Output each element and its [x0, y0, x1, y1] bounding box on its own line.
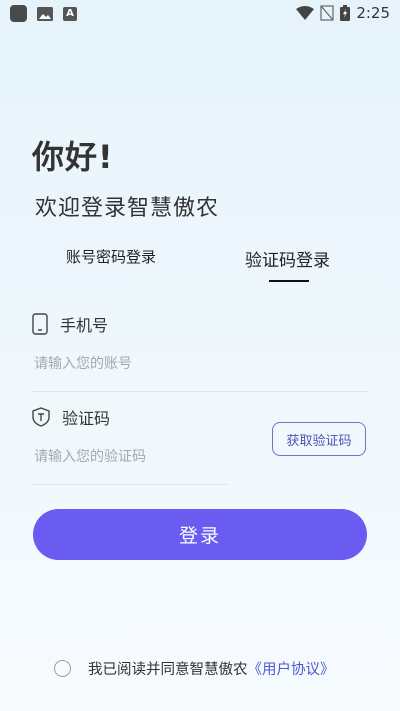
agreement-checkbox[interactable]	[54, 660, 71, 677]
phone-field-label: 手机号	[32, 312, 108, 336]
code-divider	[32, 484, 228, 485]
code-label-text: 验证码	[62, 409, 111, 428]
battery-charging-icon	[340, 5, 351, 21]
font-icon: A	[63, 6, 77, 21]
code-input[interactable]	[34, 445, 224, 469]
get-code-button[interactable]: 获取验证码	[272, 422, 366, 456]
notification-icons: A	[10, 5, 77, 22]
code-field-label: 验证码	[32, 405, 110, 429]
wifi-icon	[296, 6, 315, 20]
phone-input[interactable]	[34, 352, 364, 376]
user-agreement-link[interactable]: 《用户协议》	[248, 658, 335, 679]
phone-label-text: 手机号	[60, 316, 109, 335]
status-bar: A 2:25	[0, 0, 400, 28]
system-indicators: 2:25	[296, 4, 390, 22]
greeting-title: 你好!	[32, 138, 114, 176]
tab-password-login[interactable]: 账号密码登录	[66, 246, 156, 267]
welcome-subtitle: 欢迎登录智慧傲农	[35, 196, 220, 221]
no-signal-icon	[320, 5, 334, 21]
login-button[interactable]: 登录	[33, 509, 367, 560]
phone-icon	[32, 313, 48, 335]
agreement-row: 我已阅读并同意智慧傲农 《用户协议》	[54, 658, 335, 679]
image-icon	[37, 6, 53, 21]
clock: 2:25	[356, 4, 390, 22]
tab-code-login[interactable]: 验证码登录	[245, 246, 330, 271]
active-tab-indicator	[269, 280, 309, 282]
app-notification-icon	[10, 5, 27, 22]
agreement-text: 我已阅读并同意智慧傲农	[88, 662, 248, 678]
shield-icon	[32, 407, 50, 427]
phone-divider	[32, 391, 368, 392]
